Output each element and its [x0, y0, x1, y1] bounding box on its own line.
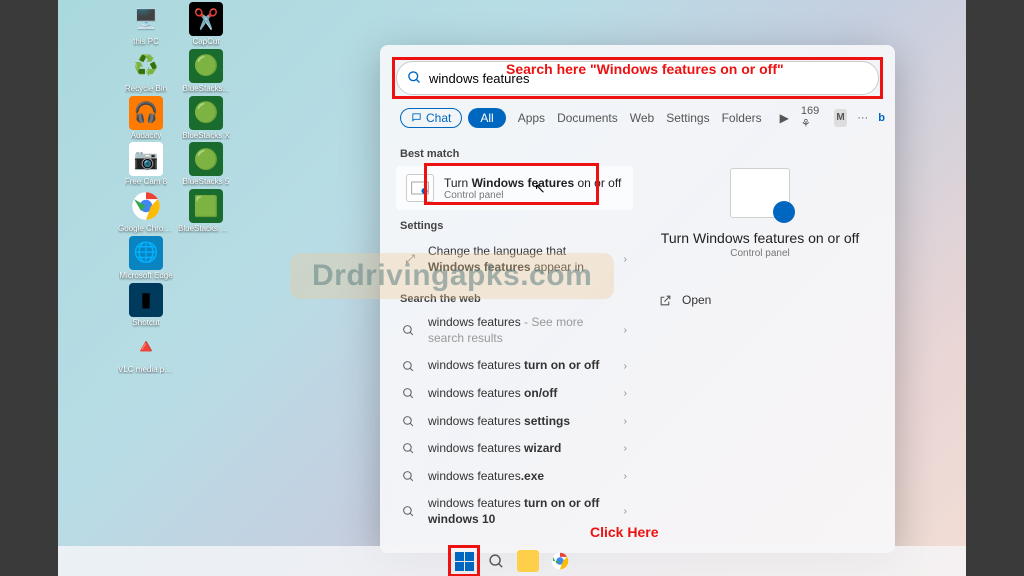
web-result[interactable]: windows features on/off› [396, 380, 633, 408]
taskbar-search-icon[interactable] [485, 550, 507, 572]
web-result[interactable]: windows features turn on or off› [396, 352, 633, 380]
tab-web[interactable]: Web [624, 108, 660, 128]
tab-documents[interactable]: Documents [551, 108, 624, 128]
desktop-icon[interactable]: 📷Free Cam 8 [118, 142, 174, 187]
desktop-icon[interactable]: 🟢BlueStacks 5 [178, 142, 234, 187]
section-settings: Settings [400, 220, 633, 232]
web-result[interactable]: windows features.exe› [396, 463, 633, 491]
tab-apps[interactable]: Apps [512, 108, 551, 128]
desktop-icon[interactable]: 🖥️this PC [118, 2, 174, 47]
desktop-icon[interactable]: ✂️CapCut [178, 2, 234, 47]
web-result[interactable]: windows features - See more search resul… [396, 309, 633, 352]
desktop-icon[interactable]: ▮Shotcut [118, 283, 174, 328]
settings-result[interactable]: ⤢Change the language that Windows featur… [396, 238, 633, 281]
desktop-icon[interactable]: 🎧Audacity [118, 96, 174, 141]
preview-subtitle: Control panel [730, 248, 789, 259]
best-match-result[interactable]: Turn Windows features on or off Control … [396, 166, 633, 210]
rewards-points[interactable]: 169 ⚘ [801, 105, 824, 130]
desktop-icon[interactable]: 🟩BlueStacks Multi-Insta... [178, 189, 234, 234]
web-result[interactable]: windows features wizard› [396, 435, 633, 463]
search-panel: Search here "Windows features on or off"… [380, 45, 895, 553]
preview-icon [730, 168, 790, 218]
tab-folders[interactable]: Folders [716, 108, 768, 128]
preview-title: Turn Windows features on or off [661, 230, 859, 246]
tab-settings[interactable]: Settings [660, 108, 715, 128]
tab-all[interactable]: All [468, 108, 505, 128]
desktop-icon[interactable]: Google Chrome [118, 189, 174, 234]
tab-chat[interactable]: Chat [400, 108, 462, 128]
taskbar-explorer-icon[interactable] [517, 550, 539, 572]
desktop-icon[interactable]: 🟢BlueStacks X [178, 96, 234, 141]
desktop-icon[interactable]: 🟢BlueStacks... [178, 49, 234, 94]
annotation-click-here: Click Here [590, 524, 658, 540]
more-icon[interactable]: ··· [857, 112, 868, 124]
bing-icon[interactable]: b [878, 112, 885, 124]
open-button[interactable]: Open [651, 289, 869, 311]
desktop-icon[interactable]: 🌐Microsoft Edge [118, 236, 174, 281]
desktop-icon[interactable]: ♻️Recycle Bin [118, 49, 174, 94]
taskbar [58, 546, 966, 576]
section-best-match: Best match [400, 148, 633, 160]
search-tabs: Chat All AppsDocumentsWebSettingsFolders… [384, 95, 891, 138]
section-web: Search the web [400, 293, 633, 305]
open-icon [659, 294, 672, 307]
desktop-icon[interactable]: 🔺VLC media player [118, 330, 174, 375]
tab-more-icon[interactable]: ▶ [774, 108, 795, 128]
web-result[interactable]: windows features settings› [396, 408, 633, 436]
desktop: 🖥️this PC✂️CapCut♻️Recycle Bin🟢BlueStack… [118, 0, 234, 374]
taskbar-chrome-icon[interactable] [549, 550, 571, 572]
search-icon [407, 70, 422, 85]
user-avatar[interactable]: M [834, 109, 847, 127]
